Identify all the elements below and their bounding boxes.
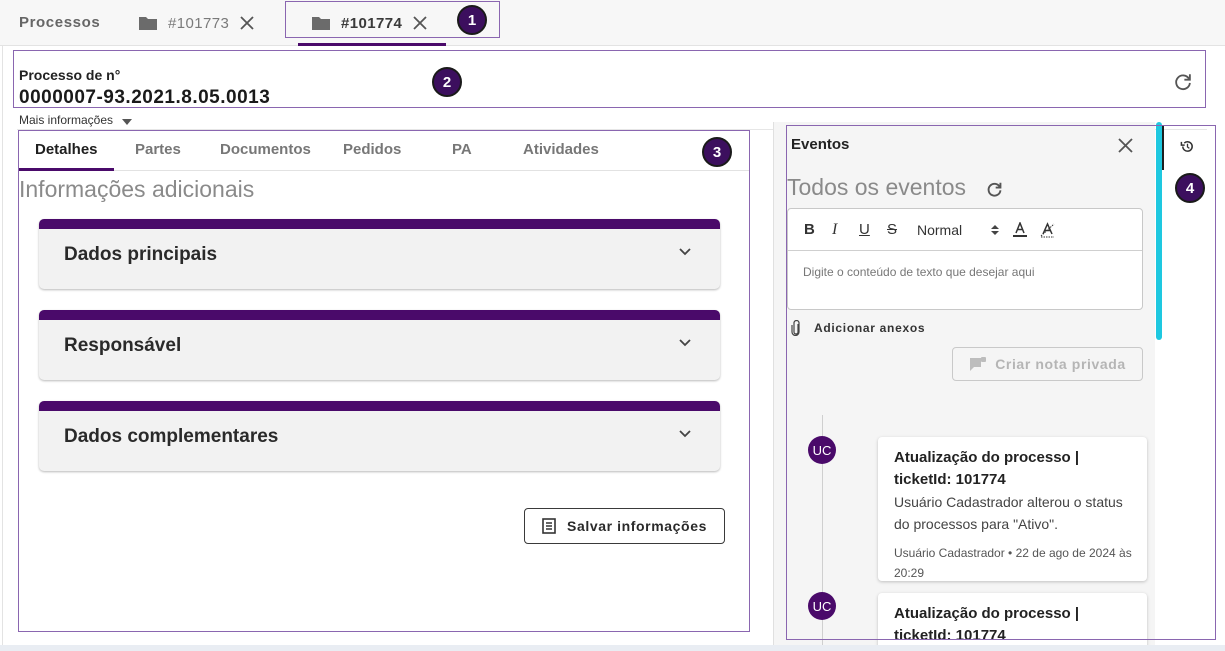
paperclip-icon — [791, 320, 800, 336]
rail-active-indicator — [1162, 126, 1164, 170]
event-card: Atualização do processo | ticketId: 1017… — [878, 437, 1147, 581]
private-note-icon — [970, 357, 987, 371]
app-window: Processos #101773 #101774 Processo de n°… — [0, 0, 1225, 645]
tab-detalhes[interactable]: Detalhes — [35, 127, 98, 171]
select-arrows-icon — [991, 225, 999, 235]
font-color-icon[interactable] — [1013, 222, 1027, 238]
refresh-icon[interactable] — [1172, 71, 1194, 93]
brand-label: Processos — [19, 14, 101, 31]
event-body: Usuário Cadastrador alterou o status do … — [894, 494, 1123, 532]
section-title: Informações adicionais — [19, 176, 255, 202]
close-tab-icon[interactable] — [412, 15, 428, 31]
document-icon — [542, 518, 556, 534]
process-label: Processo de n° — [19, 67, 121, 83]
accordion-responsavel[interactable]: Responsável — [39, 310, 720, 380]
italic-button[interactable]: I — [832, 221, 837, 239]
accordion-stripe — [39, 219, 720, 229]
history-icon[interactable] — [1180, 139, 1195, 154]
refresh-icon[interactable] — [985, 180, 1004, 199]
strikethrough-button[interactable]: S — [887, 221, 897, 238]
accordion-label: Responsável — [64, 335, 182, 356]
folder-icon — [139, 17, 157, 30]
annotation-badge: 1 — [457, 5, 487, 35]
caret-down-icon — [122, 118, 133, 125]
save-info-button[interactable]: Salvar informações — [524, 508, 725, 544]
annotation-badge: 3 — [702, 137, 732, 167]
tab-partes[interactable]: Partes — [135, 127, 181, 171]
chevron-down-icon — [679, 430, 691, 438]
accordion-dados-complementares[interactable]: Dados complementares — [39, 401, 720, 471]
process-tab-101774[interactable]: #101774 — [311, 0, 428, 46]
process-number: 0000007-93.2021.8.05.0013 — [19, 87, 271, 108]
avatar: UC — [808, 592, 836, 620]
top-tab-bar: Processos #101773 #101774 — [0, 0, 1225, 46]
avatar: UC — [808, 436, 836, 464]
tab-pedidos[interactable]: Pedidos — [343, 127, 401, 171]
panel-divider — [773, 122, 774, 645]
annotation-box-3 — [18, 130, 750, 632]
active-tab-indicator — [298, 43, 446, 46]
active-tab-indicator — [19, 168, 114, 171]
more-info-label: Mais informações — [19, 113, 114, 127]
more-info-toggle[interactable]: Mais informações — [19, 113, 133, 127]
event-meta: Usuário Cadastrador • 22 de ago de 2024 … — [894, 546, 1132, 580]
add-attachments-button[interactable]: Adicionar anexos — [791, 320, 925, 336]
close-tab-icon[interactable] — [239, 15, 255, 31]
accordion-label: Dados complementares — [64, 426, 279, 447]
close-icon[interactable] — [1117, 137, 1134, 154]
accordion-dados-principais[interactable]: Dados principais — [39, 219, 720, 289]
event-title: Atualização do processo | ticketId: 1017… — [894, 449, 1080, 488]
folder-icon — [312, 17, 330, 30]
event-title: Atualização do processo | ticketId: 1017… — [894, 605, 1080, 644]
process-tab-label: #101773 — [168, 14, 230, 32]
tab-documentos[interactable]: Documentos — [220, 127, 311, 171]
add-attachments-label: Adicionar anexos — [814, 321, 926, 335]
save-info-label: Salvar informações — [567, 518, 707, 534]
left-border — [2, 46, 3, 645]
process-tab-101773[interactable]: #101773 — [138, 0, 255, 46]
events-subtitle: Todos os eventos — [787, 174, 967, 200]
event-card: Atualização do processo | ticketId: 1017… — [878, 593, 1147, 645]
annotation-badge: 4 — [1175, 173, 1205, 203]
accordion-label: Dados principais — [64, 244, 218, 265]
create-private-note-button[interactable]: Criar nota privada — [952, 347, 1143, 381]
tab-pa[interactable]: PA — [452, 127, 472, 171]
process-tab-label: #101774 — [341, 14, 403, 32]
clear-format-icon[interactable] — [1040, 222, 1055, 238]
accordion-stripe — [39, 401, 720, 411]
tab-atividades[interactable]: Atividades — [523, 127, 599, 171]
bold-button[interactable]: B — [804, 221, 815, 238]
editor-toolbar: B I U S Normal — [788, 209, 1142, 251]
chevron-down-icon — [679, 248, 691, 256]
create-private-note-label: Criar nota privada — [995, 356, 1126, 372]
editor-input[interactable]: Digite o conteúdo de texto que desejar a… — [803, 265, 1035, 279]
accordion-stripe — [39, 310, 720, 320]
detail-tabs: Detalhes Partes Documentos Pedidos PA At… — [19, 127, 749, 171]
underline-button[interactable]: U — [859, 221, 870, 238]
annotation-badge: 2 — [432, 67, 462, 97]
chevron-down-icon — [679, 339, 691, 347]
format-select[interactable]: Normal — [917, 222, 962, 238]
events-title: Eventos — [791, 136, 850, 153]
note-editor: B I U S Normal Digite o conteúdo de text… — [787, 208, 1143, 310]
